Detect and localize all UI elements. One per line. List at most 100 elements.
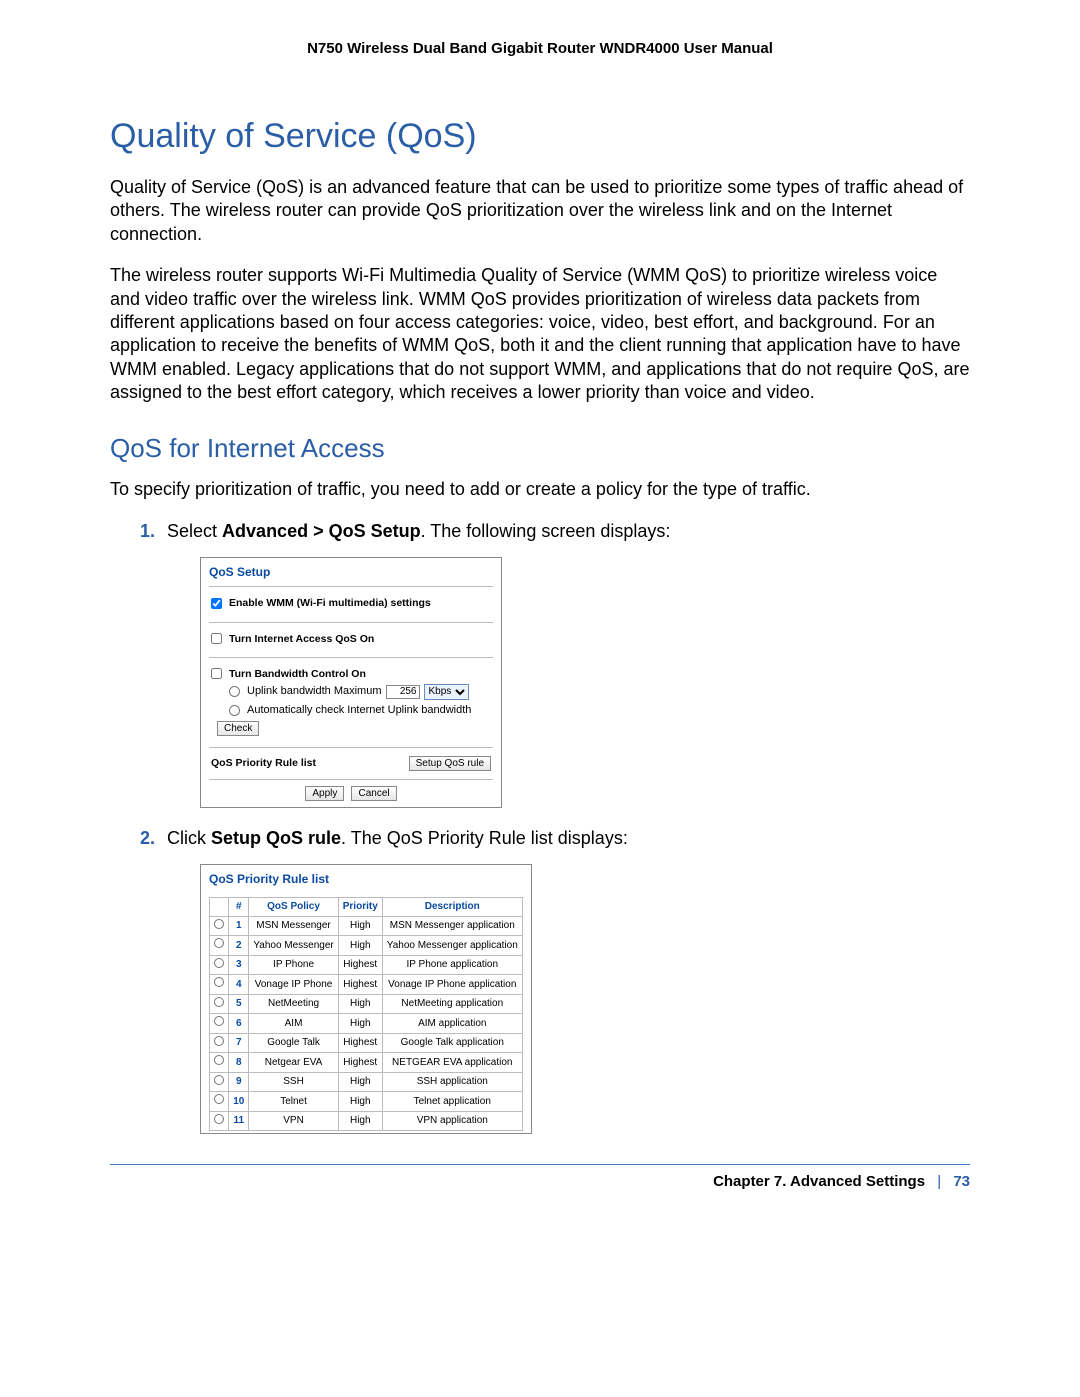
cancel-button[interactable]: Cancel: [351, 786, 396, 801]
step-text-post: . The QoS Priority Rule list displays:: [341, 828, 628, 848]
row-priority: High: [338, 916, 382, 936]
row-policy: IP Phone: [249, 955, 338, 975]
row-policy: VPN: [249, 1111, 338, 1131]
row-priority: Highest: [338, 975, 382, 995]
table-row: 7Google TalkHighestGoogle Talk applicati…: [210, 1033, 523, 1053]
table-row: 3IP PhoneHighestIP Phone application: [210, 955, 523, 975]
row-select-radio[interactable]: [214, 1055, 224, 1065]
row-description: Google Talk application: [382, 1033, 522, 1053]
divider: [209, 622, 493, 623]
row-policy: AIM: [249, 1014, 338, 1034]
uplink-max-input[interactable]: [386, 685, 420, 699]
qos-rule-list-panel: QoS Priority Rule list # QoS Policy Prio…: [200, 864, 532, 1134]
footer-rule: [110, 1164, 970, 1165]
table-row: 5NetMeetingHighNetMeeting application: [210, 994, 523, 1014]
row-description: SSH application: [382, 1072, 522, 1092]
row-description: MSN Messenger application: [382, 916, 522, 936]
table-row: 1MSN MessengerHighMSN Messenger applicat…: [210, 916, 523, 936]
uplink-max-label: Uplink bandwidth Maximum: [247, 684, 382, 699]
footer-separator: |: [937, 1173, 941, 1190]
wmm-group: Enable WMM (Wi-Fi multimedia) settings: [201, 589, 501, 619]
uplink-max-radio[interactable]: [229, 686, 240, 697]
table-row: 8Netgear EVAHighestNETGEAR EVA applicati…: [210, 1053, 523, 1073]
row-policy: Google Talk: [249, 1033, 338, 1053]
row-num: 4: [229, 975, 249, 995]
row-priority: High: [338, 1014, 382, 1034]
intro-paragraph-1: Quality of Service (QoS) is an advanced …: [110, 176, 970, 246]
row-num: 9: [229, 1072, 249, 1092]
col-priority: Priority: [338, 898, 382, 917]
row-select-radio[interactable]: [214, 958, 224, 968]
uplink-unit-select[interactable]: Kbps: [424, 684, 469, 700]
intro-paragraph-2: The wireless router supports Wi-Fi Multi…: [110, 264, 970, 404]
step-text-bold: Advanced > QoS Setup: [222, 521, 421, 541]
bandwidth-checkbox[interactable]: [211, 668, 222, 679]
row-select-radio[interactable]: [214, 977, 224, 987]
row-select-radio[interactable]: [214, 1016, 224, 1026]
auto-check-label: Automatically check Internet Uplink band…: [247, 703, 471, 718]
internet-qos-checkbox[interactable]: [211, 633, 222, 644]
step-1: 1. Select Advanced > QoS Setup. The foll…: [140, 519, 970, 543]
row-select-radio[interactable]: [214, 938, 224, 948]
row-priority: High: [338, 994, 382, 1014]
internet-qos-group: Turn Internet Access QoS On: [201, 625, 501, 655]
row-description: VPN application: [382, 1111, 522, 1131]
row-num: 7: [229, 1033, 249, 1053]
row-select-radio[interactable]: [214, 1075, 224, 1085]
footer-chapter: Chapter 7. Advanced Settings: [713, 1173, 925, 1190]
row-select-radio[interactable]: [214, 997, 224, 1007]
row-priority: Highest: [338, 1033, 382, 1053]
row-select-radio[interactable]: [214, 1094, 224, 1104]
col-num: #: [229, 898, 249, 917]
col-policy: QoS Policy: [249, 898, 338, 917]
apply-button[interactable]: Apply: [305, 786, 344, 801]
row-description: Vonage IP Phone application: [382, 975, 522, 995]
divider: [209, 586, 493, 587]
row-num: 3: [229, 955, 249, 975]
step-text-pre: Click: [167, 828, 211, 848]
step-number: 2.: [140, 826, 162, 850]
row-policy: Vonage IP Phone: [249, 975, 338, 995]
row-description: AIM application: [382, 1014, 522, 1034]
setup-qos-rule-button[interactable]: Setup QoS rule: [409, 756, 491, 771]
row-policy: MSN Messenger: [249, 916, 338, 936]
row-description: Telnet application: [382, 1092, 522, 1112]
row-policy: Netgear EVA: [249, 1053, 338, 1073]
row-description: IP Phone application: [382, 955, 522, 975]
row-num: 6: [229, 1014, 249, 1034]
step-text-post: . The following screen displays:: [421, 521, 671, 541]
check-button[interactable]: Check: [217, 721, 259, 736]
step-2: 2. Click Setup QoS rule. The QoS Priorit…: [140, 826, 970, 850]
auto-check-radio[interactable]: [229, 705, 240, 716]
row-policy: Telnet: [249, 1092, 338, 1112]
wmm-checkbox[interactable]: [211, 598, 222, 609]
row-policy: NetMeeting: [249, 994, 338, 1014]
divider: [209, 779, 493, 780]
table-row: 2Yahoo MessengerHighYahoo Messenger appl…: [210, 936, 523, 956]
row-num: 10: [229, 1092, 249, 1112]
row-description: NETGEAR EVA application: [382, 1053, 522, 1073]
row-priority: High: [338, 1072, 382, 1092]
row-priority: Highest: [338, 955, 382, 975]
row-select-radio[interactable]: [214, 1036, 224, 1046]
row-description: Yahoo Messenger application: [382, 936, 522, 956]
row-num: 11: [229, 1111, 249, 1131]
row-select-radio[interactable]: [214, 919, 224, 929]
wmm-label: Enable WMM (Wi-Fi multimedia) settings: [229, 596, 431, 610]
priority-rule-row: QoS Priority Rule list Setup QoS rule: [201, 750, 501, 777]
row-num: 2: [229, 936, 249, 956]
divider: [209, 747, 493, 748]
row-priority: High: [338, 936, 382, 956]
qos-rule-list-title: QoS Priority Rule list: [201, 865, 531, 897]
row-num: 1: [229, 916, 249, 936]
subsection-intro: To specify prioritization of traffic, yo…: [110, 478, 970, 501]
priority-rule-label: QoS Priority Rule list: [211, 756, 316, 770]
col-description: Description: [382, 898, 522, 917]
table-row: 11VPNHighVPN application: [210, 1111, 523, 1131]
col-select: [210, 898, 229, 917]
row-select-radio[interactable]: [214, 1114, 224, 1124]
qos-setup-title: QoS Setup: [201, 558, 501, 584]
row-description: NetMeeting application: [382, 994, 522, 1014]
row-priority: Highest: [338, 1053, 382, 1073]
table-header-row: # QoS Policy Priority Description: [210, 898, 523, 917]
